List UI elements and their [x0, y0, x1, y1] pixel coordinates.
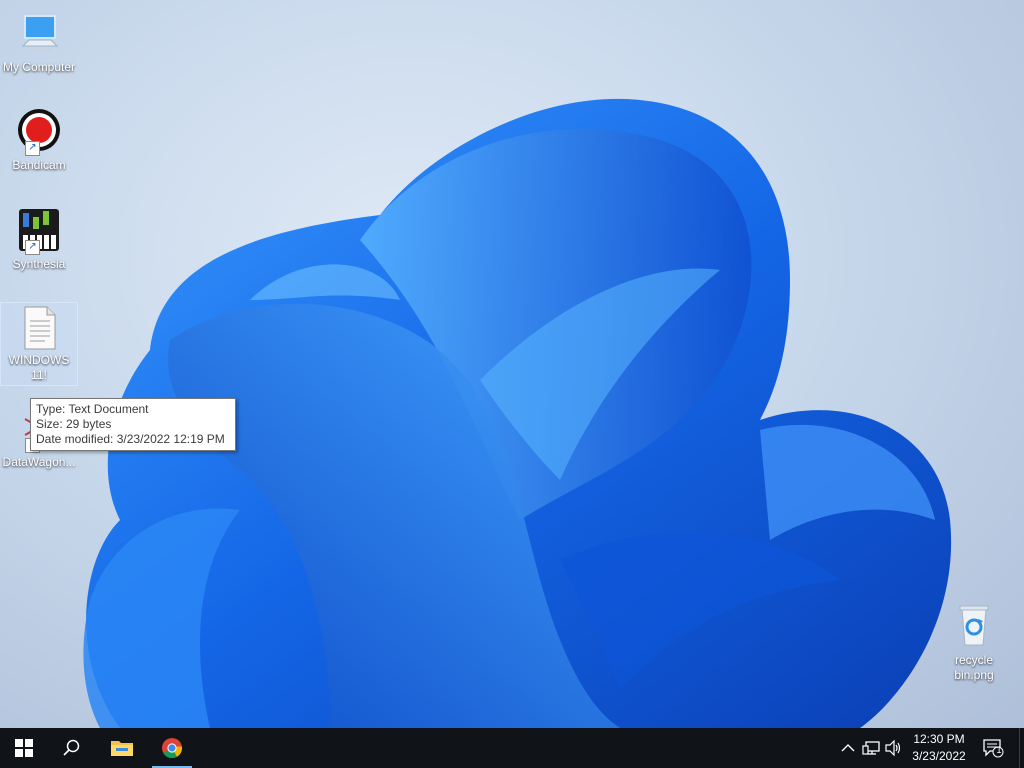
synthesia-icon: ↗ — [15, 207, 63, 255]
windows-start-icon — [15, 739, 33, 757]
desktop[interactable]: My Computer ↗ Bandicam ↗ Synthesia WINDO… — [0, 0, 1024, 728]
chrome-icon — [162, 738, 183, 759]
recycle-bin-icon — [950, 603, 998, 651]
chrome-button[interactable] — [148, 728, 196, 768]
volume-button[interactable] — [884, 738, 904, 758]
clock-date: 3/23/2022 — [912, 749, 966, 763]
start-button[interactable] — [0, 728, 48, 768]
icon-label: My Computer — [2, 60, 76, 74]
desktop-icon-windows-11-txt[interactable]: WINDOWS 11! — [0, 302, 78, 386]
show-desktop-button[interactable] — [1019, 728, 1024, 768]
wallpaper-bloom — [83, 98, 952, 728]
search-icon — [63, 739, 80, 756]
icon-label: Synthesia — [12, 257, 66, 271]
notification-count: 1 — [996, 745, 1002, 755]
icon-label: WINDOWS 11! — [8, 353, 70, 382]
network-button[interactable] — [861, 738, 881, 758]
show-hidden-icons-button[interactable] — [838, 738, 858, 758]
taskbar: 12:30 PM 3/23/2022 1 — [0, 728, 1024, 768]
tooltip-size: Size: 29 bytes — [36, 417, 112, 431]
chevron-up-icon — [841, 744, 855, 752]
computer-icon — [15, 10, 63, 58]
file-explorer-button[interactable] — [98, 728, 146, 768]
file-explorer-icon — [111, 741, 133, 756]
tooltip-type: Type: Text Document — [36, 402, 149, 416]
tooltip-date-modified: Date modified: 3/23/2022 12:19 PM — [36, 432, 225, 446]
action-center-button[interactable]: 1 — [982, 738, 1004, 758]
icon-label: DataWagon... — [2, 455, 76, 469]
bandicam-icon: ↗ — [15, 108, 63, 156]
desktop-icon-my-computer[interactable]: My Computer — [1, 10, 77, 75]
clock-time: 12:30 PM — [913, 732, 965, 746]
search-button[interactable] — [48, 728, 96, 768]
network-icon — [862, 741, 880, 755]
shortcut-arrow-icon: ↗ — [25, 141, 40, 156]
file-tooltip: Type: Text Document Size: 29 bytes Date … — [30, 398, 236, 451]
shortcut-arrow-icon: ↗ — [25, 240, 40, 255]
desktop-icon-synthesia[interactable]: ↗ Synthesia — [1, 207, 77, 272]
icon-label: Bandicam — [12, 158, 66, 172]
desktop-icon-recycle-bin[interactable]: recycle bin.png — [936, 603, 1012, 683]
clock[interactable]: 12:30 PM 3/23/2022 — [906, 731, 972, 765]
icon-label: recycle bin.png — [954, 653, 994, 682]
text-document-icon — [15, 303, 63, 351]
desktop-icon-bandicam[interactable]: ↗ Bandicam — [1, 108, 77, 173]
volume-icon — [885, 740, 901, 756]
